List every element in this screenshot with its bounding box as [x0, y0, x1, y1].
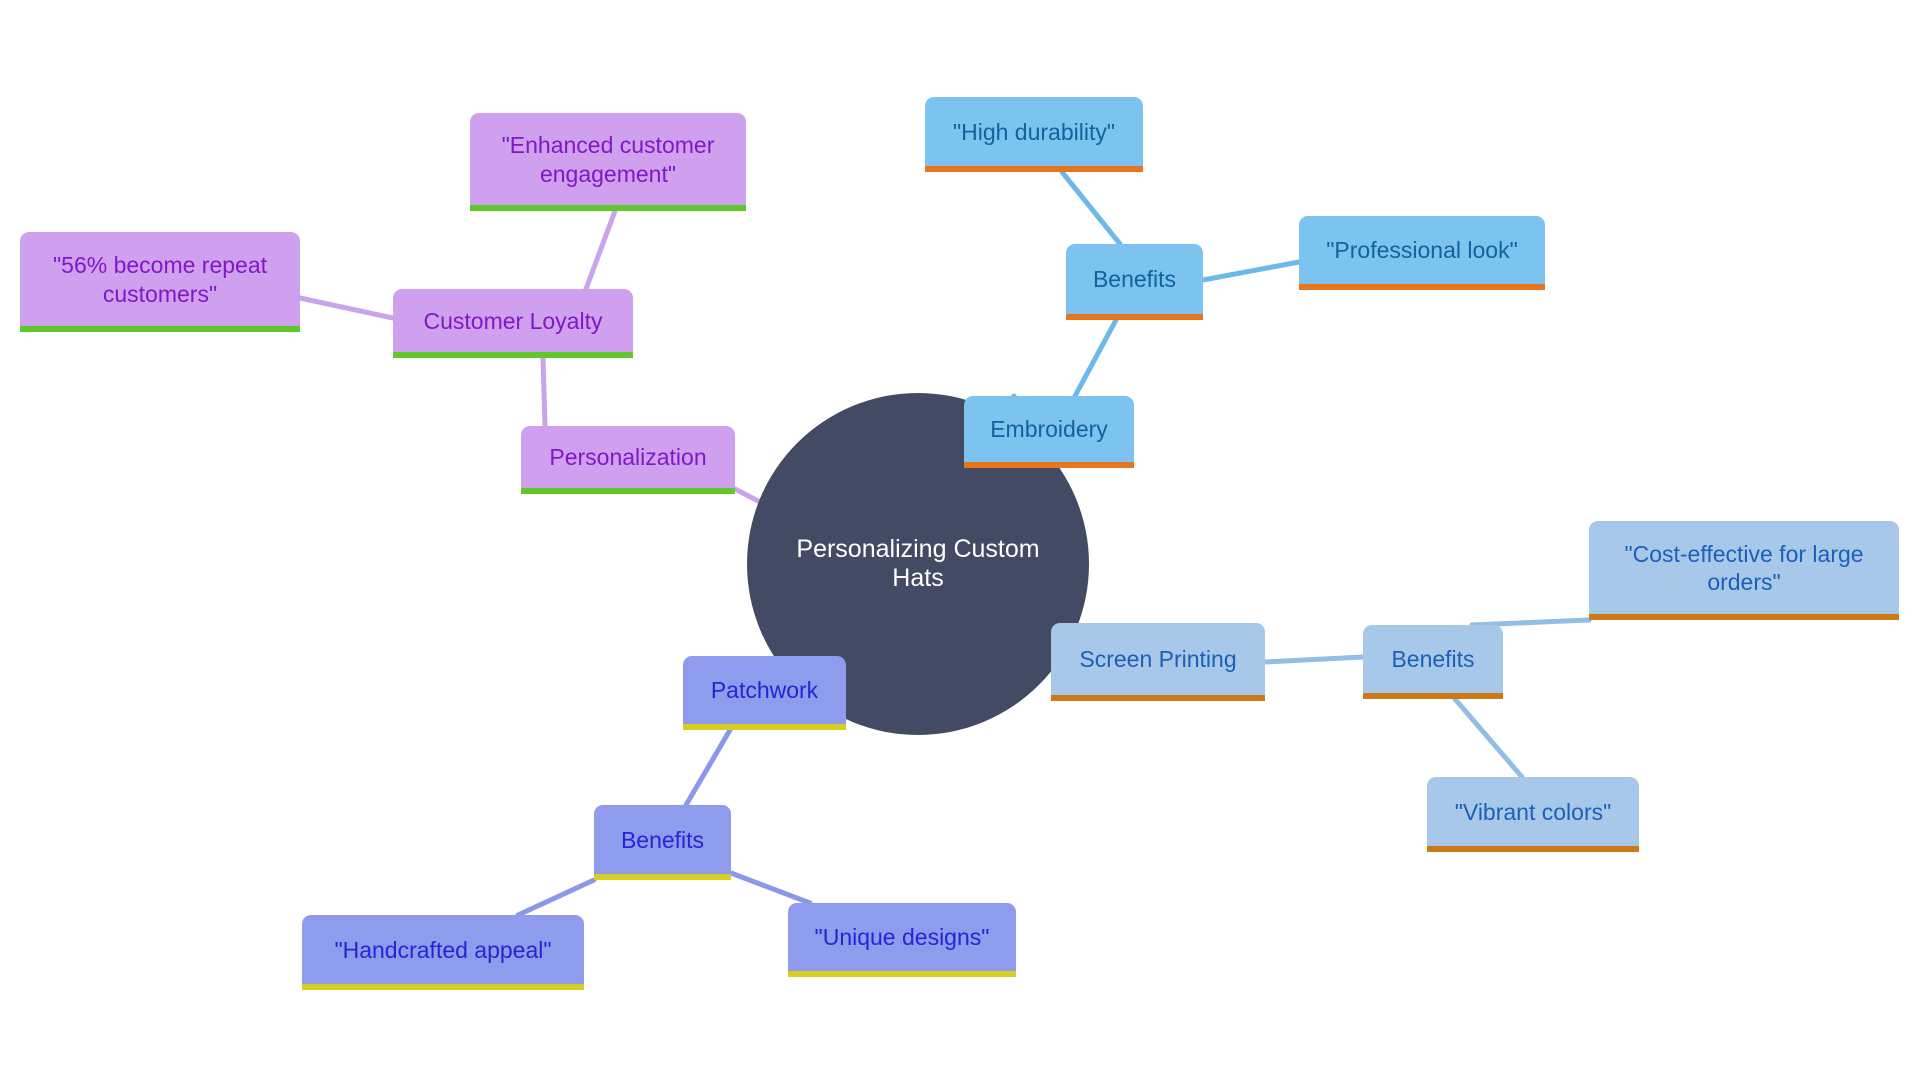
node-label-embroidery: Embroidery: [990, 416, 1108, 443]
node-label-unique-designs: "Unique designs": [814, 924, 990, 951]
node-customer-loyalty[interactable]: Customer Loyalty: [393, 289, 633, 358]
node-vibrant-colors[interactable]: "Vibrant colors": [1427, 777, 1639, 852]
node-label-handcrafted-appeal: "Handcrafted appeal": [334, 936, 552, 963]
node-high-durability[interactable]: "High durability": [925, 97, 1143, 172]
node-label-vibrant-colors: "Vibrant colors": [1454, 798, 1612, 825]
node-screen-printing[interactable]: Screen Printing: [1051, 623, 1265, 701]
root-node-label: Personalizing Custom Hats: [796, 535, 1040, 592]
node-unique-designs[interactable]: "Unique designs": [788, 903, 1016, 977]
node-label-screen-printing-benefits: Benefits: [1391, 646, 1475, 673]
node-label-personalization: Personalization: [549, 444, 707, 471]
node-patchwork-benefits[interactable]: Benefits: [594, 805, 731, 880]
node-label-screen-printing: Screen Printing: [1079, 646, 1237, 673]
node-label-professional-look: "Professional look": [1326, 237, 1518, 264]
node-repeat-customers[interactable]: "56% become repeat customers": [20, 232, 300, 332]
node-professional-look[interactable]: "Professional look": [1299, 216, 1545, 290]
node-cost-effective[interactable]: "Cost-effective for large orders": [1589, 521, 1899, 620]
node-label-embroidery-benefits: Benefits: [1092, 266, 1177, 293]
node-label-repeat-customers: "56% become repeat customers": [52, 252, 268, 307]
mind-map-canvas: Personalizing Custom Hats Personalization…: [0, 0, 1920, 1080]
node-label-cost-effective: "Cost-effective for large orders": [1624, 540, 1864, 595]
node-personalization[interactable]: Personalization: [521, 426, 735, 494]
node-embroidery[interactable]: Embroidery: [964, 396, 1134, 468]
node-label-enhanced-engagement: "Enhanced customer engagement": [501, 132, 715, 187]
node-layer: Personalizing Custom Hats Personalization…: [0, 0, 1920, 1080]
node-handcrafted-appeal[interactable]: "Handcrafted appeal": [302, 915, 584, 990]
node-patchwork[interactable]: Patchwork: [683, 656, 846, 730]
node-label-customer-loyalty: Customer Loyalty: [423, 307, 603, 334]
node-screen-printing-benefits[interactable]: Benefits: [1363, 625, 1503, 699]
node-embroidery-benefits[interactable]: Benefits: [1066, 244, 1203, 320]
node-enhanced-engagement[interactable]: "Enhanced customer engagement": [470, 113, 746, 211]
node-label-patchwork-benefits: Benefits: [620, 826, 705, 853]
node-label-high-durability: "High durability": [952, 118, 1116, 145]
node-label-patchwork: Patchwork: [710, 677, 819, 704]
